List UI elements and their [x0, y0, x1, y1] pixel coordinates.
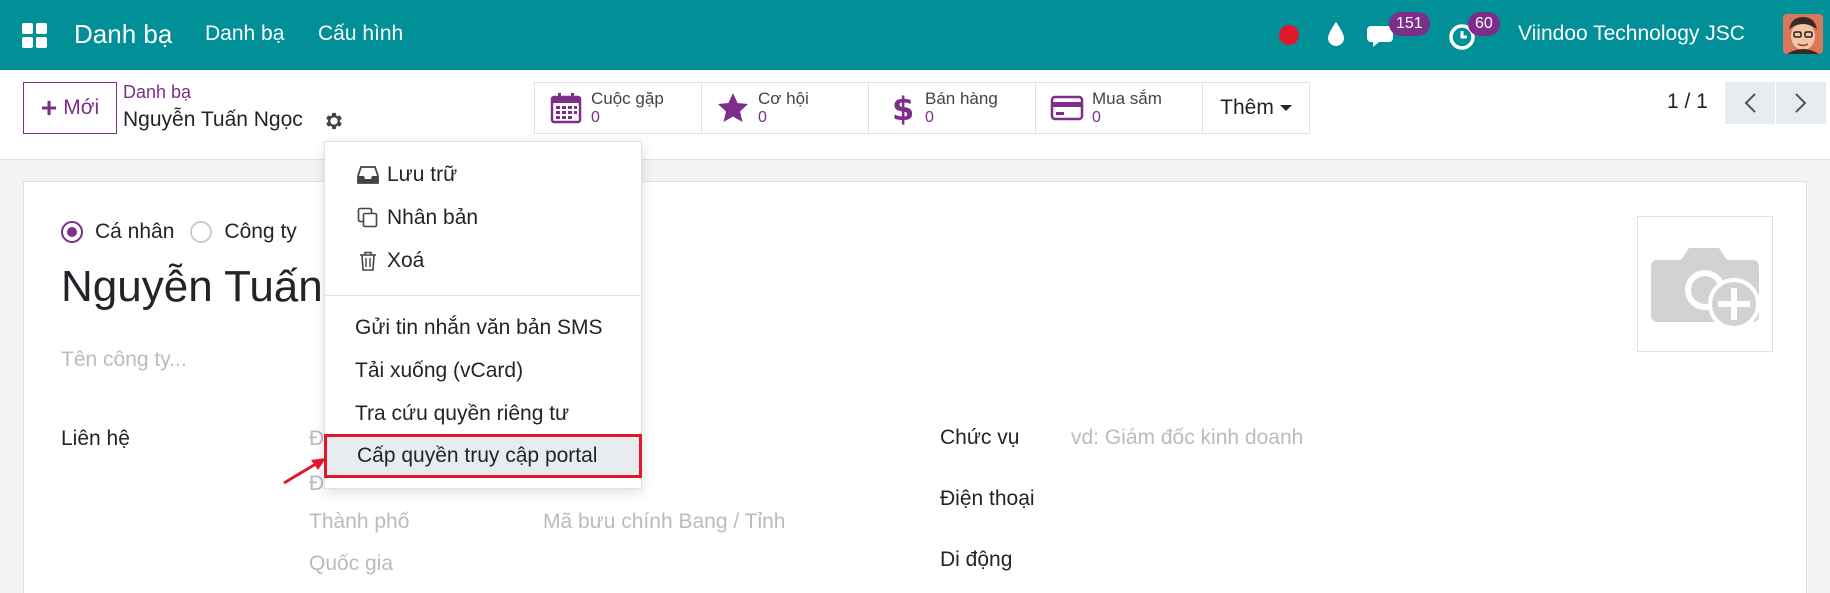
radio-company-label[interactable]: Công ty: [224, 220, 296, 244]
drop-icon[interactable]: [1325, 20, 1347, 48]
mobile-label: Di động: [940, 548, 1013, 571]
new-button-label: Mới: [63, 96, 100, 119]
activity-count-badge: 60: [1468, 12, 1500, 36]
radio-company[interactable]: [190, 221, 213, 243]
menu-item-label: Cấp quyền truy cập portal: [357, 444, 598, 467]
pager-value[interactable]: 1 / 1: [1667, 90, 1708, 114]
menu-divider: [325, 295, 641, 296]
menu-item-send-sms[interactable]: Gửi tin nhắn văn bản SMS: [325, 308, 641, 348]
city-input[interactable]: Thành phố: [309, 510, 409, 534]
menu-item-label: Tra cứu quyền riêng tư: [355, 402, 570, 425]
control-panel: + Mới Danh bạ Nguyễn Tuấn Ngọc Cuộc gặp …: [0, 70, 1830, 160]
menu-item-download-vcard[interactable]: Tải xuống (vCard): [325, 351, 641, 391]
partner-name-field[interactable]: Nguyễn Tuấn: [61, 262, 323, 312]
smart-button-value: 0: [591, 109, 600, 126]
trash-icon: [360, 251, 376, 271]
country-input[interactable]: Quốc gia: [309, 552, 393, 576]
smart-button-opportunities[interactable]: Cơ hội 0: [701, 82, 869, 134]
radio-individual[interactable]: [61, 221, 83, 243]
menu-configuration[interactable]: Cấu hình: [318, 22, 403, 46]
smart-button-value: 0: [758, 109, 767, 126]
caret-down-icon: [1279, 105, 1292, 111]
plus-icon: +: [40, 92, 58, 123]
menu-item-label: Lưu trữ: [387, 163, 458, 186]
zip-state-input[interactable]: Mã bưu chính Bang / Tỉnh: [543, 510, 785, 534]
job-position-input[interactable]: vd: Giám đốc kinh doanh: [1071, 426, 1303, 450]
smart-button-value: 0: [925, 109, 934, 126]
menu-item-label: Tải xuống (vCard): [355, 359, 524, 382]
chevron-left-icon: [1744, 93, 1756, 113]
smart-button-label: Cuộc gặp: [591, 89, 664, 108]
chat-count-badge: 151: [1389, 12, 1430, 36]
form-sheet: Cá nhân Công ty Nguyễn Tuấn Tên công ty.…: [23, 181, 1807, 593]
more-button-label: Thêm: [1220, 96, 1274, 119]
action-dropdown-menu: Lưu trữ Nhân bản Xoá Gửi tin nhắn văn bả…: [324, 141, 642, 489]
smart-button-purchases[interactable]: Mua sắm 0: [1035, 82, 1203, 134]
breadcrumb-parent[interactable]: Danh bạ: [123, 82, 191, 103]
smart-button-label: Mua sắm: [1092, 89, 1162, 108]
menu-item-label: Xoá: [387, 249, 425, 272]
menu-item-privacy-lookup[interactable]: Tra cứu quyền riêng tư: [325, 394, 641, 434]
menu-item-label: Gửi tin nhắn văn bản SMS: [355, 316, 603, 339]
smart-button-meetings[interactable]: Cuộc gặp 0: [534, 82, 702, 134]
smart-buttons: Cuộc gặp 0 Cơ hội 0 $ Bán hàng 0 Mua sắm…: [534, 82, 1310, 134]
star-icon: [718, 93, 748, 122]
svg-text:$: $: [892, 91, 914, 125]
camera-plus-icon: [1651, 248, 1760, 330]
calendar-icon: [550, 93, 582, 124]
record-icon[interactable]: [1279, 25, 1299, 45]
smart-button-label: Bán hàng: [925, 89, 998, 108]
chevron-right-icon: [1795, 93, 1807, 113]
more-button[interactable]: Thêm: [1202, 82, 1310, 134]
menu-item-archive[interactable]: Lưu trữ: [325, 155, 641, 195]
menu-item-grant-portal-access[interactable]: Cấp quyền truy cập portal: [324, 434, 642, 478]
company-switcher[interactable]: Viindoo Technology JSC: [1518, 22, 1745, 46]
new-button[interactable]: + Mới: [23, 82, 117, 134]
pager-previous-button[interactable]: [1725, 82, 1775, 124]
menu-item-duplicate[interactable]: Nhân bản: [325, 198, 641, 238]
phone-label: Điện thoại: [940, 487, 1035, 510]
contact-label: Liên hệ: [61, 427, 130, 450]
inbox-archive-icon: [357, 166, 379, 184]
smart-button-label: Cơ hội: [758, 89, 809, 108]
credit-card-icon: [1050, 95, 1084, 121]
street-input[interactable]: Đ: [309, 427, 324, 451]
app-brand[interactable]: Danh bạ: [74, 19, 172, 50]
copy-icon: [357, 207, 378, 228]
company-name-input[interactable]: Tên công ty...: [61, 348, 187, 372]
radio-individual-label[interactable]: Cá nhân: [95, 220, 174, 244]
pager-next-button[interactable]: [1776, 82, 1826, 124]
annotation-arrow-icon: [283, 458, 326, 485]
menu-item-label: Nhân bản: [387, 206, 479, 229]
gear-icon[interactable]: [323, 110, 345, 132]
user-avatar[interactable]: [1783, 14, 1823, 54]
apps-menu-icon[interactable]: [22, 23, 47, 48]
breadcrumb-current: Nguyễn Tuấn Ngọc: [123, 108, 303, 131]
company-type-radio-group: Cá nhân Công ty: [61, 220, 313, 244]
smart-button-sales[interactable]: $ Bán hàng 0: [868, 82, 1036, 134]
smart-button-value: 0: [1092, 109, 1101, 126]
menu-item-delete[interactable]: Xoá: [325, 241, 641, 281]
top-navbar: Danh bạ Danh bạ Cấu hình 151 60 Viindoo …: [0, 0, 1830, 70]
menu-contacts[interactable]: Danh bạ: [205, 22, 284, 46]
avatar-upload[interactable]: [1637, 216, 1773, 352]
job-position-label: Chức vụ: [940, 426, 1020, 449]
dollar-icon: $: [892, 91, 914, 125]
